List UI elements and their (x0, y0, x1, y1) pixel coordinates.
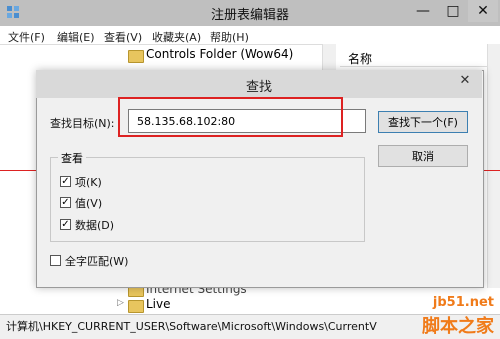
dialog-close-button[interactable]: ✕ (452, 72, 478, 90)
checkbox-data-label[interactable]: 数据(D) (75, 217, 114, 233)
tree-item[interactable]: Controls Folder (Wow64) (146, 47, 293, 61)
maximize-button[interactable]: □ (438, 0, 468, 22)
watermark-text: 脚本之家 (422, 316, 494, 337)
checkbox-data[interactable]: ✓ (60, 219, 71, 230)
watermark-url: jb51.net (432, 295, 494, 310)
find-target-label: 查找目标(N): (50, 117, 115, 130)
find-next-button[interactable]: 查找下一个(F) (378, 111, 468, 133)
menu-help[interactable]: 帮助(H) (210, 29, 249, 45)
expand-arrow-icon[interactable]: ▷ (117, 298, 124, 308)
menu-view[interactable]: 查看(V) (104, 29, 142, 45)
checkbox-values-label[interactable]: 值(V) (75, 195, 102, 211)
look-at-group-label: 查看 (58, 150, 86, 166)
checkbox-values[interactable]: ✓ (60, 197, 71, 208)
dialog-title: 查找 (245, 80, 272, 95)
checkbox-whole-match-label[interactable]: 全字匹配(W) (65, 253, 128, 269)
checkbox-keys-label[interactable]: 项(K) (75, 174, 102, 190)
status-path: 计算机\HKEY_CURRENT_USER\Software\Microsoft… (6, 320, 377, 333)
red-highlight-box (118, 97, 343, 137)
minimize-button[interactable]: — (408, 0, 438, 22)
tree-item[interactable]: Live (146, 297, 171, 311)
close-button[interactable]: ✕ (468, 0, 498, 22)
checkbox-whole-match[interactable] (50, 255, 61, 266)
menu-favorites[interactable]: 收藏夹(A) (152, 29, 201, 45)
menu-file[interactable]: 文件(F) (8, 29, 45, 45)
column-name-header[interactable]: 名称 (348, 50, 372, 67)
folder-icon (128, 50, 144, 63)
checkbox-keys[interactable]: ✓ (60, 176, 71, 187)
cancel-button[interactable]: 取消 (378, 145, 468, 167)
menu-edit[interactable]: 编辑(E) (57, 29, 95, 45)
list-scrollbar[interactable] (487, 44, 500, 288)
folder-icon (128, 300, 144, 313)
